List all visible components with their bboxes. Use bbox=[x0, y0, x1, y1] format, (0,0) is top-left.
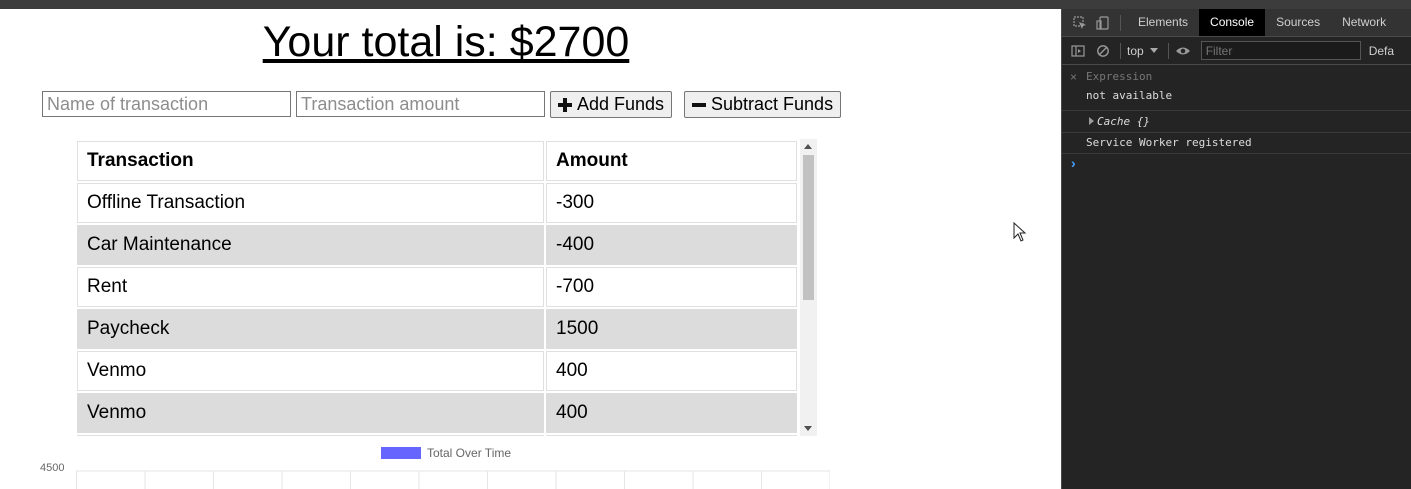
live-expression: × Expression not available bbox=[1062, 65, 1411, 111]
transaction-amount: 400 bbox=[546, 351, 797, 391]
plus-icon bbox=[558, 97, 572, 112]
console-message: Service Worker registered bbox=[1062, 133, 1411, 154]
legend-label: Total Over Time bbox=[427, 446, 512, 460]
show-sidebar-icon[interactable] bbox=[1071, 44, 1085, 58]
toolbar-separator bbox=[1120, 42, 1121, 59]
table-row: Venmo 400 bbox=[77, 351, 797, 391]
console-message[interactable]: Cache {} bbox=[1062, 111, 1411, 133]
legend-swatch bbox=[381, 447, 421, 459]
transaction-name: Paycheck bbox=[77, 309, 544, 349]
transaction-name: Venmo bbox=[77, 393, 544, 433]
expand-triangle-icon[interactable] bbox=[1089, 117, 1094, 125]
dropdown-arrow-icon bbox=[1149, 48, 1158, 53]
console-prompt[interactable]: › bbox=[1062, 154, 1411, 174]
table-row bbox=[77, 435, 797, 436]
prompt-chevron-icon: › bbox=[1071, 155, 1076, 171]
service-worker-log: Service Worker registered bbox=[1086, 136, 1252, 149]
tab-elements[interactable]: Elements bbox=[1127, 9, 1199, 36]
default-levels-dropdown[interactable]: Defa bbox=[1369, 44, 1394, 58]
context-selector-value: top bbox=[1127, 43, 1144, 58]
budget-page: Your total is: $2700 Add Funds Subtract … bbox=[0, 9, 1061, 489]
tab-console[interactable]: Console bbox=[1199, 9, 1266, 36]
add-funds-label: Add Funds bbox=[577, 94, 665, 114]
transaction-amount-input[interactable] bbox=[296, 91, 545, 117]
console-toolbar: top Defa bbox=[1062, 37, 1411, 65]
column-header-transaction: Transaction bbox=[77, 141, 544, 181]
inspect-element-icon[interactable] bbox=[1073, 15, 1087, 30]
table-row: Paycheck 1500 bbox=[77, 309, 797, 349]
cache-object-log[interactable]: Cache {} bbox=[1097, 115, 1150, 128]
context-selector[interactable]: top bbox=[1127, 44, 1158, 58]
browser-top-strip bbox=[0, 0, 1411, 9]
live-expression-eye-icon[interactable] bbox=[1175, 45, 1191, 57]
table-row: Car Maintenance -400 bbox=[77, 225, 797, 265]
total-over-time-chart bbox=[76, 470, 830, 489]
transactions-table: Transaction Amount Offline Transaction -… bbox=[76, 139, 799, 436]
toolbar-separator bbox=[1167, 42, 1169, 59]
transaction-name bbox=[77, 435, 544, 436]
clear-console-icon[interactable] bbox=[1096, 44, 1110, 58]
console-filter-input[interactable] bbox=[1200, 41, 1361, 60]
table-row: Rent -700 bbox=[77, 267, 797, 307]
mouse-cursor-icon bbox=[1013, 222, 1027, 242]
vertical-gridlines bbox=[76, 471, 830, 489]
tab-network[interactable]: Network bbox=[1331, 9, 1397, 36]
table-row: Offline Transaction -300 bbox=[77, 183, 797, 223]
expression-value: not available bbox=[1086, 89, 1173, 102]
table-scrollbar[interactable] bbox=[800, 139, 817, 436]
transaction-name: Rent bbox=[77, 267, 544, 307]
toolbar-separator bbox=[1120, 14, 1121, 31]
transaction-amount: -300 bbox=[546, 183, 797, 223]
add-funds-button[interactable]: Add Funds bbox=[550, 91, 673, 118]
transaction-amount bbox=[546, 435, 797, 436]
transaction-name: Offline Transaction bbox=[77, 183, 544, 223]
tab-sources[interactable]: Sources bbox=[1265, 9, 1331, 36]
transaction-amount: 400 bbox=[546, 393, 797, 433]
y-axis-tick-label: 4500 bbox=[40, 462, 65, 474]
minus-icon bbox=[692, 98, 706, 112]
transaction-name: Car Maintenance bbox=[77, 225, 544, 265]
subtract-funds-label: Subtract Funds bbox=[711, 94, 834, 114]
close-expression-icon[interactable]: × bbox=[1070, 70, 1077, 84]
scroll-down-arrow-icon[interactable] bbox=[804, 426, 812, 431]
transaction-name: Venmo bbox=[77, 351, 544, 391]
transaction-name-input[interactable] bbox=[42, 91, 291, 117]
transaction-amount: 1500 bbox=[546, 309, 797, 349]
column-header-amount: Amount bbox=[546, 141, 797, 181]
device-toolbar-icon[interactable] bbox=[1096, 15, 1110, 30]
scrollbar-thumb[interactable] bbox=[803, 155, 814, 300]
scroll-up-arrow-icon[interactable] bbox=[804, 144, 812, 149]
total-heading: Your total is: $2700 bbox=[262, 18, 630, 66]
devtools-tab-bar: Elements Console Sources Network bbox=[1062, 9, 1411, 37]
transaction-amount: -400 bbox=[546, 225, 797, 265]
transactions-table-container[interactable]: Transaction Amount Offline Transaction -… bbox=[76, 139, 817, 436]
expression-label[interactable]: Expression bbox=[1086, 70, 1152, 83]
table-row: Venmo 400 bbox=[77, 393, 797, 433]
chart-legend[interactable]: Total Over Time bbox=[381, 446, 511, 460]
subtract-funds-button[interactable]: Subtract Funds bbox=[684, 91, 842, 118]
transaction-amount: -700 bbox=[546, 267, 797, 307]
devtools-panel: Elements Console Sources Network top Def… bbox=[1061, 9, 1411, 489]
